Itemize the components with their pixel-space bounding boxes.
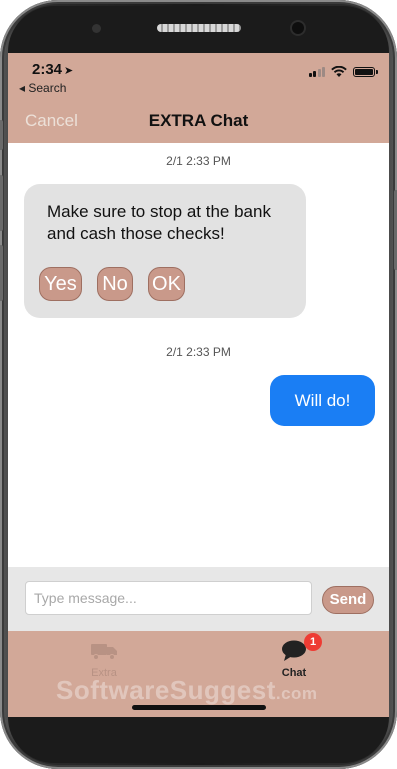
volume-up-button — [0, 175, 3, 231]
send-button[interactable]: Send — [322, 586, 374, 614]
quick-reply-no-button[interactable]: No — [97, 267, 133, 301]
outgoing-message-bubble: Will do! — [270, 375, 375, 426]
tab-bar: Extra 1 Chat SoftwareSuggest.com — [8, 631, 389, 717]
top-bezel — [8, 6, 389, 54]
composer-bar: Send — [8, 567, 389, 631]
watermark-brand: SoftwareSuggest — [56, 675, 276, 705]
unread-badge: 1 — [304, 633, 322, 651]
header-bar: 2:34 ➤ ◂ Search Cancel EXTRA Chat — [8, 53, 389, 143]
cellular-signal-icon — [308, 67, 325, 77]
battery-icon — [353, 67, 378, 77]
incoming-message-bubble: Make sure to stop at the bank and cash t… — [24, 184, 306, 318]
phone-frame: 2:34 ➤ ◂ Search Cancel EXTRA Chat 2/1 2:3… — [0, 0, 397, 769]
proximity-sensor — [92, 24, 101, 33]
home-indicator[interactable] — [132, 705, 266, 710]
location-arrow-icon: ➤ — [64, 65, 74, 77]
volume-down-button — [0, 245, 3, 301]
quick-reply-ok-button[interactable]: OK — [148, 267, 185, 301]
back-to-app-link[interactable]: ◂ Search — [19, 81, 66, 95]
truck-icon — [91, 644, 117, 660]
status-time-text: 2:34 — [32, 61, 63, 78]
bottom-bezel — [8, 717, 389, 763]
mute-switch — [0, 120, 3, 150]
message-timestamp: 2/1 2:33 PM — [166, 345, 231, 359]
wifi-icon — [331, 66, 347, 77]
app-screen: 2:34 ➤ ◂ Search Cancel EXTRA Chat 2/1 2:3… — [8, 53, 389, 717]
watermark: SoftwareSuggest.com — [56, 675, 318, 706]
quick-reply-yes-button[interactable]: Yes — [39, 267, 82, 301]
message-input[interactable] — [25, 581, 312, 615]
status-icons — [308, 66, 378, 78]
front-camera — [292, 22, 304, 34]
page-title: EXTRA Chat — [148, 111, 249, 130]
earpiece-speaker — [157, 24, 241, 32]
incoming-message-text: Make sure to stop at the bank and cash t… — [47, 202, 271, 243]
message-timestamp: 2/1 2:33 PM — [166, 154, 231, 168]
watermark-suffix: .com — [275, 684, 318, 703]
status-time: 2:34 ➤ — [32, 61, 73, 78]
